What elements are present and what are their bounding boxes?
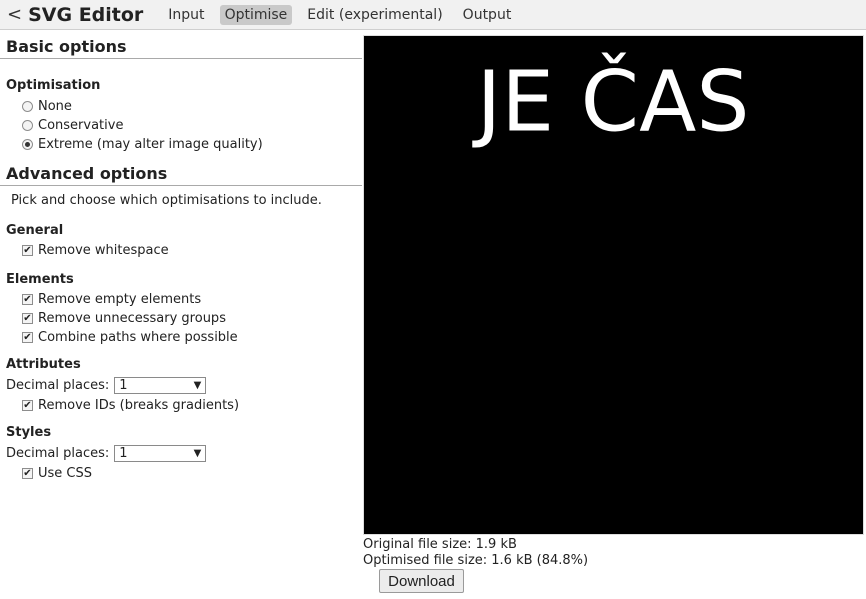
radio-extreme[interactable]: Extreme (may alter image quality) bbox=[22, 135, 362, 154]
preview-canvas: JE ČAS bbox=[472, 53, 750, 151]
original-size: Original file size: 1.9 kB bbox=[363, 537, 517, 552]
nav-optimise[interactable]: Optimise bbox=[219, 4, 293, 25]
preview-text: JE ČAS bbox=[472, 53, 750, 151]
svg-preview: JE ČAS bbox=[363, 35, 864, 535]
checkbox-remove-ids-control[interactable]: ✔ bbox=[22, 400, 33, 411]
checkbox-remove-empty[interactable]: ✔ Remove empty elements bbox=[22, 290, 362, 309]
optimisation-heading: Optimisation bbox=[6, 78, 101, 93]
general-heading: General bbox=[6, 223, 64, 238]
styles-decimal-select[interactable]: 1 ▼ bbox=[114, 445, 207, 462]
main-nav: Input Optimise Edit (experimental) Outpu… bbox=[163, 4, 526, 25]
checkbox-remove-whitespace[interactable]: ✔ Remove whitespace bbox=[22, 241, 362, 260]
top-bar: < SVG Editor Input Optimise Edit (experi… bbox=[0, 0, 866, 30]
styles-decimal-label: Decimal places: bbox=[6, 446, 110, 461]
checkbox-remove-ids[interactable]: ✔ Remove IDs (breaks gradients) bbox=[22, 396, 362, 415]
radio-none-label: None bbox=[38, 99, 72, 114]
checkbox-remove-whitespace-label: Remove whitespace bbox=[38, 243, 169, 258]
advanced-options-heading: Advanced options bbox=[0, 154, 362, 186]
checkbox-use-css[interactable]: ✔ Use CSS bbox=[22, 464, 362, 483]
checkbox-combine-paths-control[interactable]: ✔ bbox=[22, 332, 33, 343]
checkbox-remove-ids-label: Remove IDs (breaks gradients) bbox=[38, 398, 240, 413]
attributes-decimal-select[interactable]: 1 ▼ bbox=[114, 377, 207, 394]
checkbox-remove-empty-control[interactable]: ✔ bbox=[22, 294, 33, 305]
attributes-decimal-row: Decimal places: 1 ▼ bbox=[6, 375, 362, 396]
radio-extreme-control[interactable] bbox=[22, 139, 33, 150]
checkbox-combine-paths-label: Combine paths where possible bbox=[38, 330, 238, 345]
back-icon[interactable]: < bbox=[7, 4, 22, 25]
chevron-down-icon: ▼ bbox=[193, 448, 202, 459]
checkbox-remove-whitespace-control[interactable]: ✔ bbox=[22, 245, 33, 256]
options-panel: Basic options Optimisation None Conserva… bbox=[0, 30, 362, 483]
checkbox-remove-empty-label: Remove empty elements bbox=[38, 292, 202, 307]
checkbox-use-css-label: Use CSS bbox=[38, 466, 92, 481]
radio-none-control[interactable] bbox=[22, 101, 33, 112]
checkbox-remove-groups-control[interactable]: ✔ bbox=[22, 313, 33, 324]
radio-conservative-control[interactable] bbox=[22, 120, 33, 131]
radio-conservative-label: Conservative bbox=[38, 118, 124, 133]
attributes-decimal-label: Decimal places: bbox=[6, 378, 110, 393]
checkbox-remove-groups[interactable]: ✔ Remove unnecessary groups bbox=[22, 309, 362, 328]
attributes-decimal-value: 1 bbox=[119, 378, 128, 393]
nav-edit[interactable]: Edit (experimental) bbox=[302, 5, 447, 25]
nav-input[interactable]: Input bbox=[163, 5, 209, 25]
optimised-size: Optimised file size: 1.6 kB (84.8%) bbox=[363, 553, 589, 568]
app-title: SVG Editor bbox=[28, 3, 144, 26]
basic-options-heading: Basic options bbox=[0, 30, 362, 59]
attributes-heading: Attributes bbox=[6, 357, 81, 372]
styles-decimal-value: 1 bbox=[119, 446, 128, 461]
radio-conservative[interactable]: Conservative bbox=[22, 116, 362, 135]
checkbox-use-css-control[interactable]: ✔ bbox=[22, 468, 33, 479]
download-button[interactable]: Download bbox=[379, 569, 464, 593]
checkbox-combine-paths[interactable]: ✔ Combine paths where possible bbox=[22, 328, 362, 347]
checkbox-remove-groups-label: Remove unnecessary groups bbox=[38, 311, 226, 326]
file-size-info: Original file size: 1.9 kB Optimised fil… bbox=[363, 537, 588, 569]
elements-heading: Elements bbox=[6, 272, 74, 287]
radio-extreme-label: Extreme (may alter image quality) bbox=[38, 137, 263, 152]
styles-decimal-row: Decimal places: 1 ▼ bbox=[6, 443, 362, 464]
styles-heading: Styles bbox=[6, 425, 52, 440]
chevron-down-icon: ▼ bbox=[193, 380, 202, 391]
radio-none[interactable]: None bbox=[22, 97, 362, 116]
advanced-description: Pick and choose which optimisations to i… bbox=[11, 193, 322, 208]
nav-output[interactable]: Output bbox=[458, 5, 517, 25]
